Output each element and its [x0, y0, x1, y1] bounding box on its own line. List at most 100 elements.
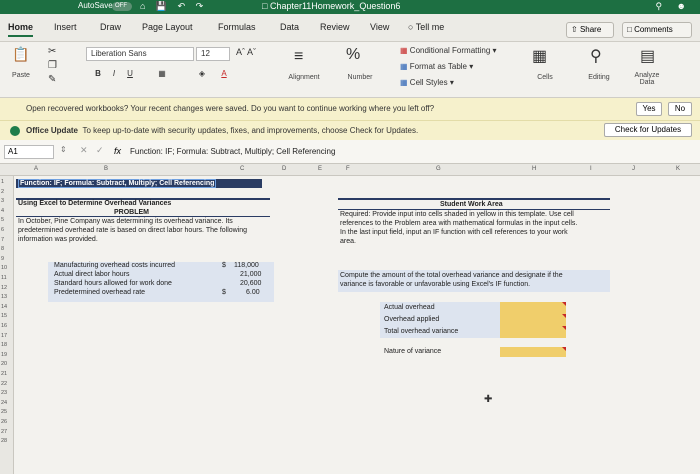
column-header[interactable]: C: [240, 166, 244, 172]
row-header[interactable]: 14: [1, 304, 13, 310]
output-label[interactable]: Actual overhead: [384, 304, 435, 311]
problem-heading[interactable]: PROBLEM: [114, 209, 149, 216]
tab-home[interactable]: Home: [8, 22, 34, 37]
column-header[interactable]: B: [104, 166, 108, 172]
row-header[interactable]: 20: [1, 361, 13, 367]
alignment-icon[interactable]: ≡: [294, 48, 303, 66]
problem-text-line[interactable]: In October, Pine Company was determining…: [18, 218, 233, 225]
row-header[interactable]: 8: [1, 246, 13, 252]
font-grow-icon[interactable]: Aˆ Aˇ: [236, 47, 256, 57]
row-header[interactable]: 11: [1, 275, 13, 281]
compute-text-line[interactable]: variance is favorable or unfavorable usi…: [340, 281, 530, 288]
enter-icon[interactable]: ✓: [96, 145, 104, 156]
row-header[interactable]: 22: [1, 381, 13, 387]
search-icon[interactable]: ⚲ ☻: [655, 1, 692, 12]
output-label[interactable]: Total overhead variance: [384, 328, 458, 335]
student-text-line[interactable]: area.: [340, 238, 356, 245]
share-button[interactable]: ⇧ Share: [566, 22, 614, 38]
column-header[interactable]: J: [632, 166, 635, 172]
item-value[interactable]: 20,600: [240, 280, 261, 287]
column-header[interactable]: K: [676, 166, 680, 172]
output-label[interactable]: Overhead applied: [384, 316, 439, 323]
row-header[interactable]: 7: [1, 237, 13, 243]
tab-page-layout[interactable]: Page Layout: [142, 22, 193, 32]
bold-button[interactable]: B: [92, 68, 104, 80]
row-header[interactable]: 15: [1, 313, 13, 319]
percent-icon[interactable]: %: [346, 46, 360, 64]
column-header[interactable]: F: [346, 166, 350, 172]
fill-color-icon[interactable]: ◈: [196, 68, 208, 80]
item-label[interactable]: Predetermined overhead rate: [54, 289, 145, 296]
compute-text-line[interactable]: Compute the amount of the total overhead…: [340, 272, 563, 279]
comments-button[interactable]: □ Comments: [622, 22, 692, 38]
tab-formulas[interactable]: Formulas: [218, 22, 256, 32]
recovery-yes-button[interactable]: Yes: [636, 102, 662, 116]
problem-text-line[interactable]: predetermined overhead rate is based on …: [18, 227, 247, 234]
copy-icon[interactable]: ❐: [48, 60, 57, 71]
borders-icon[interactable]: ▦: [156, 68, 168, 80]
row-header[interactable]: 12: [1, 285, 13, 291]
conditional-formatting[interactable]: ▦ Conditional Formatting ▾: [400, 46, 497, 55]
row-header[interactable]: 23: [1, 390, 13, 396]
formula-input[interactable]: Function: IF; Formula: Subtract, Multipl…: [130, 147, 335, 156]
row-header[interactable]: 24: [1, 400, 13, 406]
student-text-line[interactable]: Required: Provide input into cells shade…: [340, 211, 574, 218]
cancel-icon[interactable]: ✕: [80, 145, 88, 156]
autosave-toggle[interactable]: OFF: [112, 2, 132, 11]
output-label[interactable]: Nature of variance: [384, 348, 441, 355]
item-label[interactable]: Actual direct labor hours: [54, 271, 129, 278]
row-header[interactable]: 26: [1, 419, 13, 425]
underline-button[interactable]: U: [124, 68, 136, 80]
tell-me[interactable]: ○ Tell me: [408, 22, 444, 32]
row-header[interactable]: 2: [1, 189, 13, 195]
row-header[interactable]: 27: [1, 429, 13, 435]
row-header[interactable]: 17: [1, 333, 13, 339]
student-text-line[interactable]: references to the Problem area with math…: [340, 220, 577, 227]
row-header[interactable]: 28: [1, 438, 13, 444]
section-title[interactable]: Using Excel to Determine Overhead Varian…: [18, 200, 171, 207]
analyze-data-icon[interactable]: ▤: [640, 46, 655, 66]
column-header[interactable]: D: [282, 166, 286, 172]
input-cell-nature[interactable]: [500, 347, 566, 357]
font-name-select[interactable]: Liberation Sans: [86, 47, 194, 61]
check-for-updates-button[interactable]: Check for Updates: [604, 123, 692, 137]
input-cell-overhead[interactable]: [500, 302, 566, 338]
problem-text-line[interactable]: information was provided.: [18, 236, 98, 243]
tab-data[interactable]: Data: [280, 22, 299, 32]
editing-search-icon[interactable]: ⚲: [590, 46, 602, 66]
column-header[interactable]: I: [590, 166, 592, 172]
student-text-line[interactable]: In the last input field, input an IF fun…: [340, 229, 568, 236]
tab-draw[interactable]: Draw: [100, 22, 121, 32]
item-value[interactable]: 21,000: [240, 271, 261, 278]
format-as-table[interactable]: ▦ Format as Table ▾: [400, 62, 473, 71]
row-header[interactable]: 4: [1, 208, 13, 214]
row-header[interactable]: 9: [1, 256, 13, 262]
item-label[interactable]: Standard hours allowed for work done: [54, 280, 172, 287]
paste-icon[interactable]: 📋: [12, 46, 29, 63]
format-painter-icon[interactable]: ✎: [48, 74, 56, 85]
row-header[interactable]: 18: [1, 342, 13, 348]
item-value[interactable]: 118,000: [234, 262, 259, 269]
student-work-area-heading[interactable]: Student Work Area: [440, 201, 503, 208]
row-header[interactable]: 25: [1, 409, 13, 415]
cell-a1[interactable]: Function: IF; Formula: Subtract, Multipl…: [18, 179, 217, 188]
recovery-no-button[interactable]: No: [668, 102, 692, 116]
quick-access-icons[interactable]: ⌂ 💾 ↶ ↷: [140, 1, 207, 12]
row-header[interactable]: 13: [1, 294, 13, 300]
item-label[interactable]: Manufacturing overhead costs incurred: [54, 262, 175, 269]
tab-insert[interactable]: Insert: [54, 22, 77, 32]
column-header[interactable]: G: [436, 166, 441, 172]
row-header[interactable]: 3: [1, 198, 13, 204]
row-header[interactable]: 5: [1, 217, 13, 223]
cut-icon[interactable]: ✂: [48, 46, 56, 57]
function-icon[interactable]: fx: [114, 146, 121, 156]
column-header[interactable]: A: [34, 166, 38, 172]
column-header[interactable]: E: [318, 166, 322, 172]
item-value[interactable]: 6.00: [246, 289, 260, 296]
italic-button[interactable]: I: [108, 68, 120, 80]
name-box[interactable]: A1: [4, 145, 54, 159]
row-header[interactable]: 1: [1, 179, 13, 185]
row-header[interactable]: 16: [1, 323, 13, 329]
row-header[interactable]: 19: [1, 352, 13, 358]
name-box-stepper[interactable]: ⇕: [60, 145, 67, 154]
